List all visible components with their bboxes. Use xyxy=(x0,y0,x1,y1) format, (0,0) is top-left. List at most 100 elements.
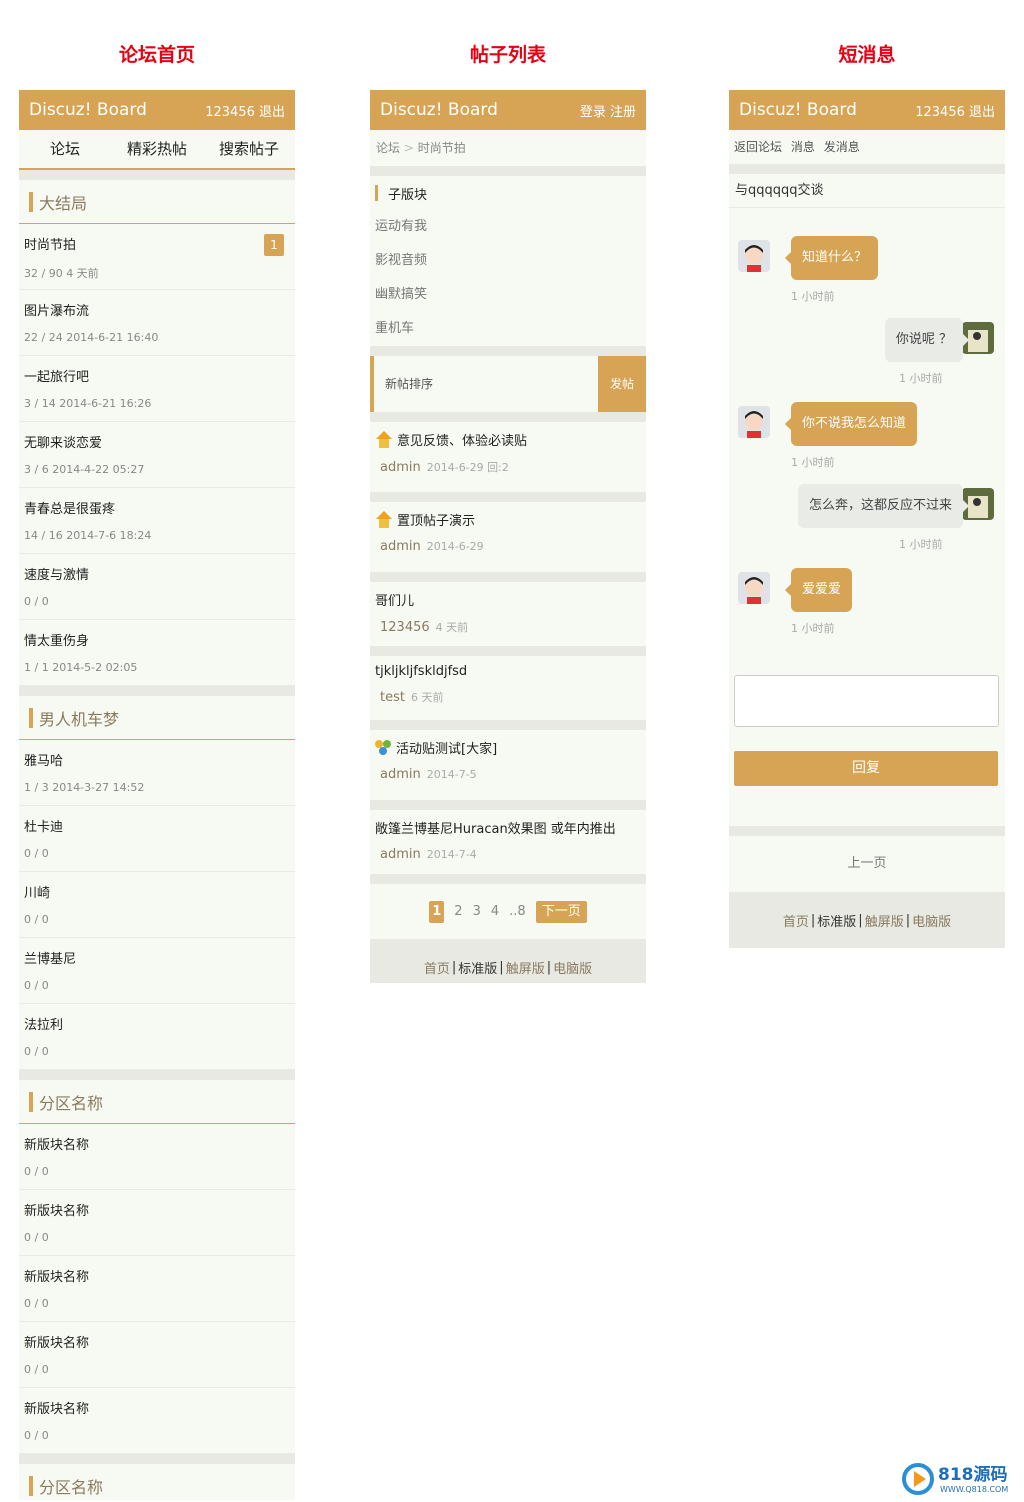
thread-date: 2014-6-29 xyxy=(426,540,484,553)
forum-row[interactable]: 速度与激情 0 / 0 xyxy=(19,554,295,620)
message-time: 1 小时前 xyxy=(791,622,835,635)
nav-search[interactable]: 搜索帖子 xyxy=(203,130,295,168)
thread-item[interactable]: 哥们儿 123456 4 天前 xyxy=(370,582,646,646)
sticky-arrow-icon xyxy=(375,510,393,529)
user-links[interactable]: 123456 退出 xyxy=(205,101,285,120)
thread-item[interactable]: 敞篷兰博基尼Huracan效果图 或年内推出 admin 2014-7-4 xyxy=(370,810,646,874)
thread-author[interactable]: admin xyxy=(380,539,421,554)
divider xyxy=(729,826,1005,836)
new-post-button[interactable]: 发帖 xyxy=(598,356,646,412)
messages-link[interactable]: 消息 xyxy=(791,140,815,154)
forum-row[interactable]: 川崎 0 / 0 xyxy=(19,872,295,938)
brand-link[interactable]: Discuz! Board xyxy=(29,100,147,120)
reply-textarea[interactable] xyxy=(734,675,999,727)
forum-sections: 大结局 时尚节拍 32 / 90 4 天前 1 图片瀑布流 22 / 24 2014-6-… xyxy=(19,180,295,1500)
footer-standard-link[interactable]: 标准版 xyxy=(817,911,856,930)
thread-title: 意见反馈、体验必读贴 xyxy=(397,434,528,449)
thread-author[interactable]: test xyxy=(380,690,405,705)
thread-title: tjkljkljfskldjfsd xyxy=(375,664,468,679)
message-bubble: 你不说我怎么知道 xyxy=(784,402,918,446)
forum-name: 情太重伤身 xyxy=(24,634,90,649)
forum-row[interactable]: 新版块名称 0 / 0 xyxy=(19,1388,295,1454)
subforum-item[interactable]: 运动有我 xyxy=(370,210,646,244)
forum-row[interactable]: 兰博基尼 0 / 0 xyxy=(19,938,295,1004)
thread-meta: admin 2014-7-5 xyxy=(375,767,640,782)
heading-bar xyxy=(375,185,378,201)
thread-author[interactable]: admin xyxy=(380,847,421,862)
send-message-link[interactable]: 发消息 xyxy=(824,140,860,154)
brand-link[interactable]: Discuz! Board xyxy=(739,100,857,120)
thread-item[interactable]: 意见反馈、体验必读贴 admin 2014-6-29 回:2 xyxy=(370,422,646,492)
section-header[interactable]: 分区名称 xyxy=(19,1080,295,1124)
forum-row[interactable]: 杜卡迪 0 / 0 xyxy=(19,806,295,872)
section-header[interactable]: 男人机车梦 xyxy=(19,696,295,740)
footer-pc-link[interactable]: 电脑版 xyxy=(912,911,951,930)
forum-stats: 3 / 6 2014-4-22 05:27 xyxy=(24,463,145,476)
forum-row[interactable]: 青春总是很蛋疼 14 / 16 2014-7-6 18:24 xyxy=(19,488,295,554)
login-register-links[interactable]: 登录 注册 xyxy=(580,101,636,120)
forum-row[interactable]: 无聊来谈恋爱 3 / 6 2014-4-22 05:27 xyxy=(19,422,295,488)
nav-hot[interactable]: 精彩热帖 xyxy=(111,130,203,168)
forum-row[interactable]: 新版块名称 0 / 0 xyxy=(19,1256,295,1322)
subforum-item[interactable]: 幽默搞笑 xyxy=(370,278,646,312)
brand-link[interactable]: Discuz! Board xyxy=(380,100,498,120)
footer-home-link[interactable]: 首页 xyxy=(424,958,450,977)
thread-date: 2014-7-5 xyxy=(426,768,477,781)
forum-row[interactable]: 图片瀑布流 22 / 24 2014-6-21 16:40 xyxy=(19,290,295,356)
forum-row[interactable]: 新版块名称 0 / 0 xyxy=(19,1190,295,1256)
sort-option[interactable]: 新帖排序 xyxy=(374,356,598,412)
footer-links: 首页 | 标准版 | 触屏版 | 电脑版 xyxy=(729,892,1005,948)
forum-name: 速度与激情 xyxy=(24,568,90,583)
next-page-button[interactable]: 下一页 xyxy=(535,900,587,923)
forum-row[interactable]: 法拉利 0 / 0 xyxy=(19,1004,295,1070)
breadcrumb-root[interactable]: 论坛 xyxy=(376,141,400,155)
footer-pc-link[interactable]: 电脑版 xyxy=(553,958,592,977)
divider xyxy=(19,1070,295,1080)
thread-author[interactable]: admin xyxy=(380,460,421,475)
subforum-item[interactable]: 影视音频 xyxy=(370,244,646,278)
thread-title: 活动贴测试[大家] xyxy=(396,742,498,757)
footer-separator: | xyxy=(905,912,911,928)
section-header[interactable]: 大结局 xyxy=(19,180,295,224)
section-title: 男人机车梦 xyxy=(39,709,120,729)
thread-title-row: tjkljkljfskldjfsd xyxy=(375,664,640,679)
forum-row[interactable]: 一起旅行吧 3 / 14 2014-6-21 16:26 xyxy=(19,356,295,422)
breadcrumb-current[interactable]: 时尚节拍 xyxy=(418,141,466,155)
forum-row[interactable]: 时尚节拍 32 / 90 4 天前 1 xyxy=(19,224,295,290)
forum-name: 图片瀑布流 xyxy=(24,304,90,319)
forum-stats: 0 / 0 xyxy=(24,1165,49,1178)
forum-row[interactable]: 情太重伤身 1 / 1 2014-5-2 02:05 xyxy=(19,620,295,686)
thread-item[interactable]: 置顶帖子演示 admin 2014-6-29 xyxy=(370,502,646,572)
subforum-heading: 子版块 xyxy=(370,176,646,210)
divider xyxy=(19,1454,295,1464)
thread-author[interactable]: 123456 xyxy=(380,620,430,635)
forum-row[interactable]: 新版块名称 0 / 0 xyxy=(19,1124,295,1190)
page-link[interactable]: 4 xyxy=(491,904,499,919)
footer-touch-link[interactable]: 触屏版 xyxy=(865,911,904,930)
thread-author[interactable]: admin xyxy=(380,767,421,782)
footer-touch-link[interactable]: 触屏版 xyxy=(506,958,545,977)
subforum-item[interactable]: 重机车 xyxy=(370,312,646,346)
header: Discuz! Board 123456 退出 xyxy=(19,90,295,130)
thread-date: 6 天前 xyxy=(410,691,444,704)
forum-row[interactable]: 新版块名称 0 / 0 xyxy=(19,1322,295,1388)
user-links[interactable]: 123456 退出 xyxy=(915,101,995,120)
contact-avatar xyxy=(738,572,770,604)
page-link[interactable]: 3 xyxy=(473,904,481,919)
thread-item[interactable]: tjkljkljfskldjfsd test 6 天前 xyxy=(370,656,646,720)
page-link[interactable]: 2 xyxy=(454,904,462,919)
footer-standard-link[interactable]: 标准版 xyxy=(458,958,497,977)
section-bar xyxy=(29,1091,33,1112)
footer-home-link[interactable]: 首页 xyxy=(783,911,809,930)
forum-row[interactable]: 雅马哈 1 / 3 2014-3-27 14:52 xyxy=(19,740,295,806)
back-to-forum-link[interactable]: 返回论坛 xyxy=(734,140,782,154)
page-current[interactable]: 1 xyxy=(429,900,445,923)
nav-forum[interactable]: 论坛 xyxy=(19,130,111,168)
prev-page-link[interactable]: 上一页 xyxy=(729,836,1005,892)
forum-stats: 0 / 0 xyxy=(24,913,49,926)
reply-button[interactable]: 回复 xyxy=(734,751,998,786)
page-link[interactable]: ..8 xyxy=(509,904,526,919)
section-header[interactable]: 分区名称 xyxy=(19,1464,295,1500)
forum-name: 新版块名称 xyxy=(24,1402,90,1417)
thread-item[interactable]: 活动贴测试[大家] admin 2014-7-5 xyxy=(370,730,646,800)
